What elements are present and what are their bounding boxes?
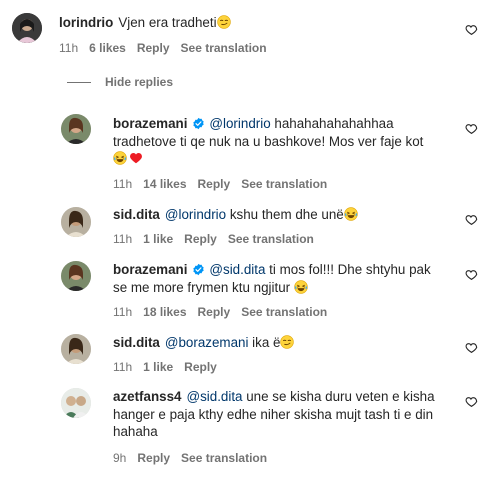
comment-body: hahahahahahahhaa — [270, 116, 394, 131]
comment-username[interactable]: sid.dita — [113, 335, 160, 350]
comment-text: azetfanss4 @sid.dita une se kisha duru ve… — [113, 388, 458, 441]
avatar[interactable] — [12, 13, 42, 43]
comment-meta: 11h 1 like Reply — [113, 360, 228, 374]
comment-likes[interactable]: 6 likes — [89, 41, 126, 55]
comment-body: ika ë — [248, 335, 281, 350]
comment-username[interactable]: lorindrio — [59, 15, 113, 30]
hide-replies-button[interactable]: Hide replies — [67, 75, 173, 89]
comment-username[interactable]: azetfanss4 — [113, 389, 181, 404]
comment-time[interactable]: 11h — [113, 177, 132, 191]
reply-button[interactable]: Reply — [137, 451, 170, 465]
comment-body-line2: hanger e paja kthy edhe niher skisha muj… — [113, 406, 434, 422]
heart-outline-icon[interactable] — [465, 213, 478, 226]
comment-meta: 11h 6 likes Reply See translation — [59, 41, 278, 55]
avatar[interactable] — [61, 334, 91, 364]
verified-badge-icon — [192, 263, 205, 276]
avatar[interactable] — [61, 388, 91, 418]
comment-text: lorindrio Vjen era tradheti — [59, 14, 231, 32]
mention-link[interactable]: @borazemani — [165, 335, 249, 350]
smirk-emoji-icon — [217, 15, 231, 29]
see-translation-button[interactable]: See translation — [241, 177, 327, 191]
comment-time[interactable]: 9h — [113, 451, 126, 465]
comment-username[interactable]: borazemani — [113, 262, 187, 277]
comment-time[interactable]: 11h — [113, 232, 132, 246]
comment-time[interactable]: 11h — [113, 305, 132, 319]
heart-outline-icon[interactable] — [465, 268, 478, 281]
heart-outline-icon[interactable] — [465, 341, 478, 354]
comment-body: ti mos fol!!! Dhe shtyhu pak — [265, 262, 431, 277]
comment-time[interactable]: 11h — [113, 360, 132, 374]
divider-line — [67, 82, 91, 84]
mention-link[interactable]: @lorindrio — [165, 207, 226, 222]
reply-button[interactable]: Reply — [137, 41, 170, 55]
comment-meta: 11h 14 likes Reply See translation — [113, 177, 338, 191]
hide-replies-label: Hide replies — [105, 75, 174, 89]
reply-button[interactable]: Reply — [184, 232, 217, 246]
comment-likes[interactable]: 14 likes — [143, 177, 186, 191]
laughing-tears-emoji-icon — [344, 207, 358, 221]
reply-button[interactable]: Reply — [184, 360, 217, 374]
heart-outline-icon[interactable] — [465, 23, 478, 36]
laughing-tears-emoji-icon — [294, 280, 308, 294]
comment-username[interactable]: sid.dita — [113, 207, 160, 222]
comment-meta: 9h Reply See translation — [113, 451, 278, 465]
avatar[interactable] — [61, 261, 91, 291]
comment-likes[interactable]: 1 like — [143, 360, 173, 374]
see-translation-button[interactable]: See translation — [241, 305, 327, 319]
comment-meta: 11h 18 likes Reply See translation — [113, 305, 338, 319]
comment-body: une se kisha duru veten e kisha — [242, 389, 435, 404]
comment-body-line2: tradhetove ti qe nuk na u bashkove! Mos … — [113, 133, 424, 149]
see-translation-button[interactable]: See translation — [181, 451, 267, 465]
heart-outline-icon[interactable] — [465, 395, 478, 408]
comment-text: sid.dita @lorindrio kshu them dhe unë — [113, 206, 358, 224]
reply-button[interactable]: Reply — [198, 305, 231, 319]
avatar[interactable] — [61, 114, 91, 144]
avatar[interactable] — [61, 207, 91, 237]
see-translation-button[interactable]: See translation — [181, 41, 267, 55]
reply-button[interactable]: Reply — [198, 177, 231, 191]
comment-meta: 11h 1 like Reply See translation — [113, 232, 325, 246]
mention-link[interactable]: @sid.dita — [209, 262, 265, 277]
mention-link[interactable]: @lorindrio — [209, 116, 270, 131]
comment-body: kshu them dhe unë — [226, 207, 344, 222]
verified-badge-icon — [192, 117, 205, 130]
comment-body-line2: se me more frymen ktu ngjitur — [113, 279, 291, 295]
comment-text: borazemani @lorindrio hahahahahahahhaa tr… — [113, 115, 453, 168]
heart-outline-icon[interactable] — [465, 122, 478, 135]
smirk-emoji-icon — [280, 335, 294, 349]
comment-body-line3: hahaha — [113, 424, 158, 439]
comment-likes[interactable]: 18 likes — [143, 305, 186, 319]
comment-username[interactable]: borazemani — [113, 116, 187, 131]
comment-text: borazemani @sid.dita ti mos fol!!! Dhe sh… — [113, 261, 453, 296]
see-translation-button[interactable]: See translation — [228, 232, 314, 246]
comment-time[interactable]: 11h — [59, 41, 78, 55]
comment-body: Vjen era tradheti — [118, 15, 217, 30]
mention-link[interactable]: @sid.dita — [186, 389, 242, 404]
comment-likes[interactable]: 1 like — [143, 232, 173, 246]
red-heart-emoji-icon — [129, 151, 143, 165]
comment-text: sid.dita @borazemani ika ë — [113, 334, 294, 352]
laughing-tears-emoji-icon — [113, 151, 127, 165]
